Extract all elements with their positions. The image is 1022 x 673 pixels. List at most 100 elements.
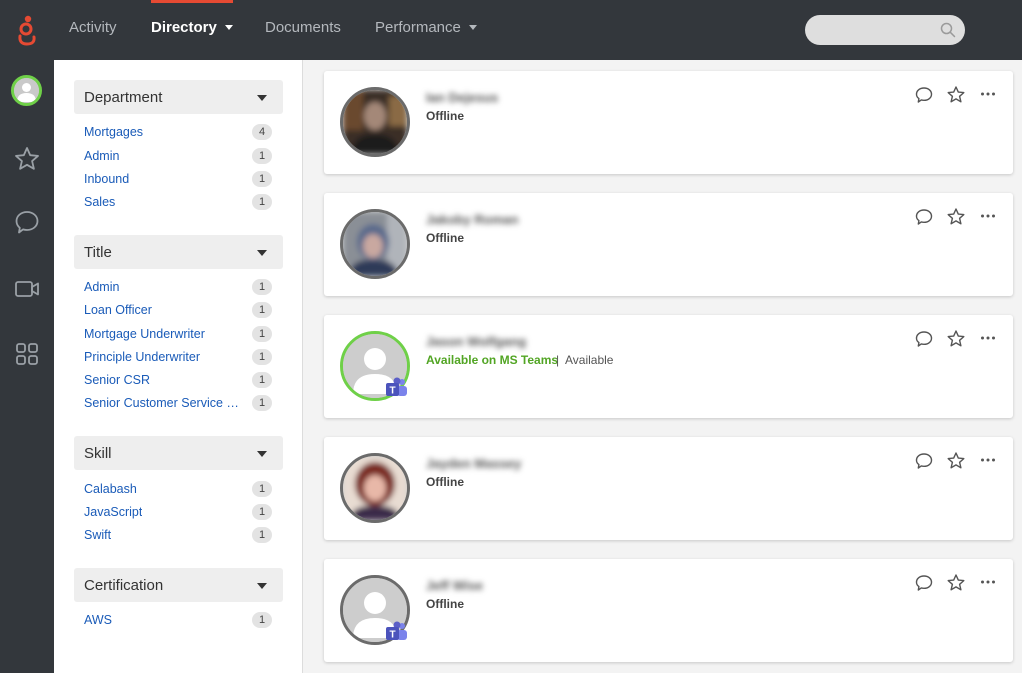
nav-tab-documents[interactable]: Documents [265,0,341,60]
top-navigation-bar: Activity Directory Documents Performance [0,0,1022,60]
nav-tab-label: Activity [69,19,117,36]
favorite-star-icon[interactable] [946,329,966,349]
filter-group-title: Certification [84,577,164,594]
filter-group-title[interactable]: Title [74,235,283,269]
filter-item[interactable]: AWS 1 [84,611,274,631]
caret-down-icon [257,583,267,589]
person-name[interactable]: Jayden Massey [426,456,521,471]
favorite-star-icon[interactable] [946,207,966,227]
filter-group-skill[interactable]: Skill [74,436,283,470]
svg-text:T: T [389,386,395,397]
person-card[interactable]: T Jason Wolfgang Available on MS Teams |… [324,315,1013,418]
filter-group-certification[interactable]: Certification [74,568,283,602]
user-avatar[interactable] [11,75,42,106]
filter-count-badge: 1 [252,326,272,342]
person-photo [340,453,410,523]
person-name[interactable]: Jeff Wise [426,578,483,593]
more-options-icon[interactable] [978,329,998,349]
caret-down-icon [257,451,267,457]
filter-count-badge: 1 [252,527,272,543]
search-box [805,15,965,45]
filter-item[interactable]: Mortgages 4 [84,123,274,143]
filter-count-badge: 1 [252,612,272,628]
filter-item[interactable]: Mortgage Underwriter 1 [84,325,274,345]
chat-icon[interactable] [914,207,934,227]
filter-item-label: Swift [84,528,112,542]
filter-item[interactable]: Senior CSR 1 [84,371,274,391]
filter-item[interactable]: JavaScript 1 [84,503,274,523]
filter-item[interactable]: Senior Customer Service Re... 1 [84,394,274,414]
more-options-icon[interactable] [978,573,998,593]
filter-item[interactable]: Principle Underwriter 1 [84,348,274,368]
video-icon[interactable] [13,275,41,303]
chevron-down-icon [468,24,477,30]
person-card[interactable]: Jayden Massey Offline [324,437,1013,540]
chevron-down-icon [224,24,233,30]
filter-group-title: Department [84,89,163,106]
presence-status: Offline [426,597,464,611]
person-name[interactable]: Ian Dejesus [426,90,498,105]
filter-item-label: Mortgage Underwriter [84,327,205,341]
search-input[interactable] [817,21,935,39]
nav-tab-directory[interactable]: Directory [151,0,233,60]
chat-icon[interactable] [13,208,41,236]
presence-detail: Available [565,353,614,367]
filter-count-badge: 4 [252,124,272,140]
star-icon[interactable] [13,145,41,173]
filter-item[interactable]: Admin 1 [84,147,274,167]
filter-count-badge: 1 [252,302,272,318]
filter-item-label: Admin [84,149,120,163]
apps-icon[interactable] [13,340,41,368]
more-options-icon[interactable] [978,207,998,227]
filter-item-label: AWS [84,613,113,627]
svg-text:T: T [389,630,395,641]
filter-item-label: Principle Underwriter [84,350,201,364]
favorite-star-icon[interactable] [946,573,966,593]
ms-teams-icon: T [386,621,407,641]
filter-item[interactable]: Swift 1 [84,526,274,546]
filter-item-label: Senior CSR [84,373,150,387]
filter-item-label: JavaScript [84,505,143,519]
person-name[interactable]: Jakoby Roman [426,212,518,227]
filter-item[interactable]: Inbound 1 [84,170,274,190]
filter-item-label: Senior Customer Service Re... [84,396,242,410]
caret-down-icon [257,250,267,256]
nav-tab-activity[interactable]: Activity [69,0,117,60]
person-card[interactable]: Jakoby Roman Offline [324,193,1013,296]
filter-group-title-label: Title [84,244,112,261]
filter-count-badge: 1 [252,349,272,365]
chat-icon[interactable] [914,85,934,105]
ms-teams-icon: T [386,377,407,397]
more-options-icon[interactable] [978,85,998,105]
genesys-logo[interactable] [14,14,40,46]
more-options-icon[interactable] [978,451,998,471]
filter-count-badge: 1 [252,148,272,164]
status-separator: | [556,353,560,367]
person-card[interactable]: Ian Dejesus Offline [324,71,1013,174]
chat-icon[interactable] [914,329,934,349]
search-icon[interactable] [940,22,956,38]
filter-item-label: Mortgages [84,125,144,139]
filter-item-label: Calabash [84,482,137,496]
nav-tab-label: Documents [265,19,341,36]
filter-group-department[interactable]: Department [74,80,283,114]
presence-status: Available on MS Teams [426,353,559,367]
filter-item[interactable]: Loan Officer 1 [84,301,274,321]
filter-item[interactable]: Admin 1 [84,278,274,298]
filter-item-label: Admin [84,280,120,294]
chat-icon[interactable] [914,451,934,471]
favorite-star-icon[interactable] [946,451,966,471]
person-card[interactable]: T Jeff Wise Offline [324,559,1013,662]
person-name[interactable]: Jason Wolfgang [426,334,526,349]
favorite-star-icon[interactable] [946,85,966,105]
filter-count-badge: 1 [252,171,272,187]
chat-icon[interactable] [914,573,934,593]
filter-item[interactable]: Calabash 1 [84,480,274,500]
person-photo [340,209,410,279]
nav-tab-performance[interactable]: Performance [375,0,477,60]
person-photo [340,87,410,157]
side-rail [0,60,54,673]
filter-count-badge: 1 [252,194,272,210]
filter-item[interactable]: Sales 1 [84,193,274,213]
presence-status: Offline [426,109,464,123]
